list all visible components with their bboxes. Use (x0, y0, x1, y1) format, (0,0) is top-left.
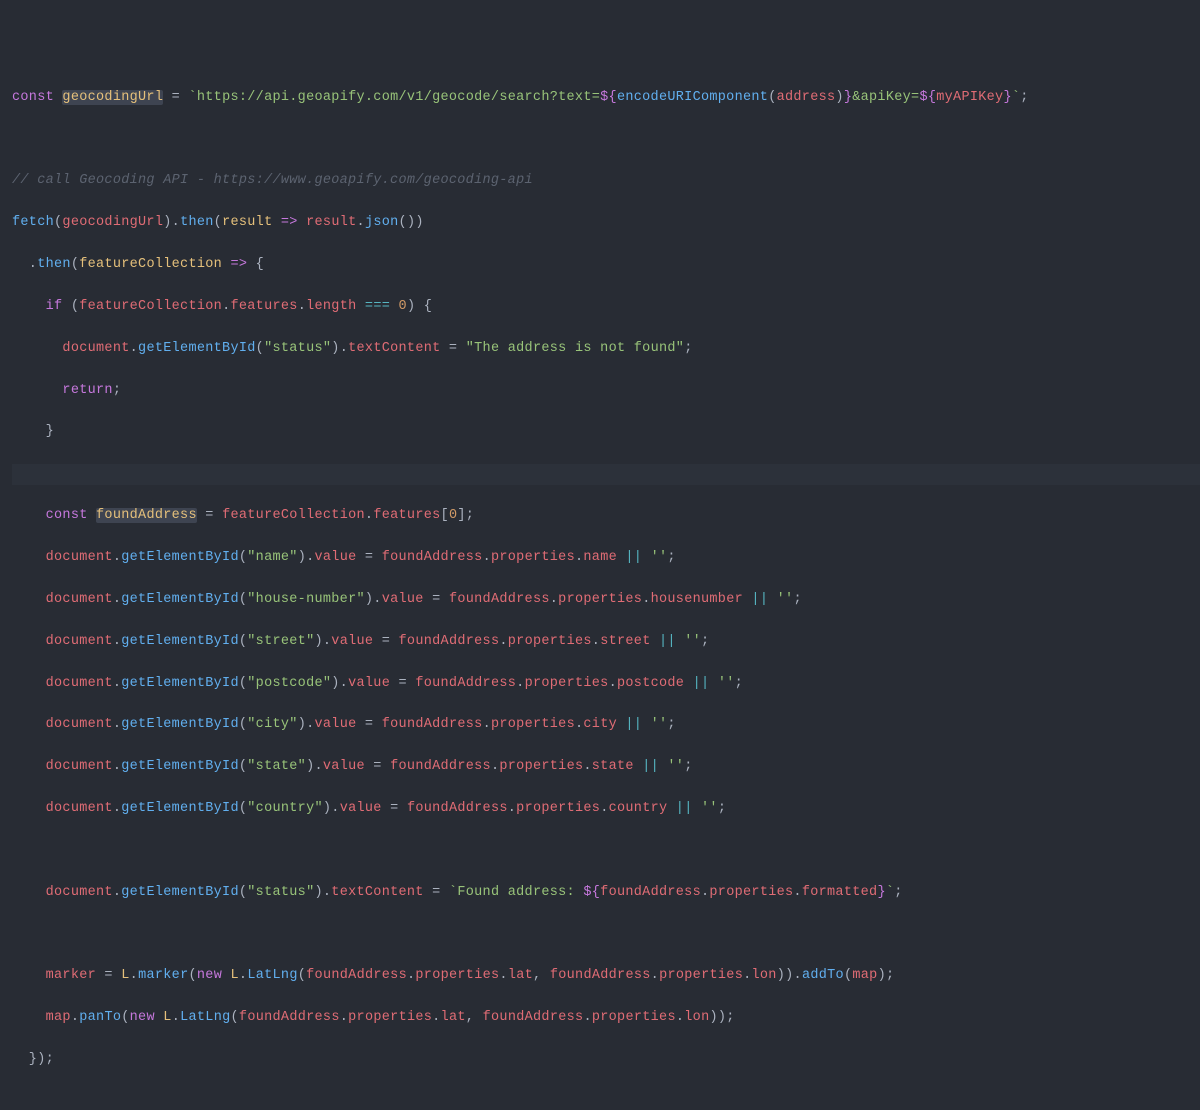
code-line-11: const foundAddress = featureCollection.f… (12, 506, 1200, 527)
code-line-16: document.getElementById("city").value = … (12, 715, 1200, 736)
code-line-blank-hl (12, 464, 1200, 485)
code-line-7: document.getElementById("status").textCo… (12, 339, 1200, 360)
code-line-12: document.getElementById("name").value = … (12, 548, 1200, 569)
code-line-5: .then(featureCollection => { (12, 255, 1200, 276)
code-line-23: map.panTo(new L.LatLng(foundAddress.prop… (12, 1008, 1200, 1029)
code-line-8: return; (12, 381, 1200, 402)
code-line-24: }); (12, 1050, 1200, 1071)
code-line-18: document.getElementById("country").value… (12, 799, 1200, 820)
code-line-15: document.getElementById("postcode").valu… (12, 674, 1200, 695)
code-line-22: marker = L.marker(new L.LatLng(foundAddr… (12, 966, 1200, 987)
code-line-13: document.getElementById("house-number").… (12, 590, 1200, 611)
code-line-1: const geocodingUrl = `https://api.geoapi… (12, 88, 1200, 109)
code-line-blank (12, 925, 1200, 946)
code-line-9: } (12, 422, 1200, 443)
code-line-20: document.getElementById("status").textCo… (12, 883, 1200, 904)
code-line-blank (12, 130, 1200, 151)
code-line-blank (12, 841, 1200, 862)
code-line-6: if (featureCollection.features.length ==… (12, 297, 1200, 318)
code-line-14: document.getElementById("street").value … (12, 632, 1200, 653)
code-line-17: document.getElementById("state").value =… (12, 757, 1200, 778)
code-line-3: // call Geocoding API - https://www.geoa… (12, 171, 1200, 192)
code-line-4: fetch(geocodingUrl).then(result => resul… (12, 213, 1200, 234)
